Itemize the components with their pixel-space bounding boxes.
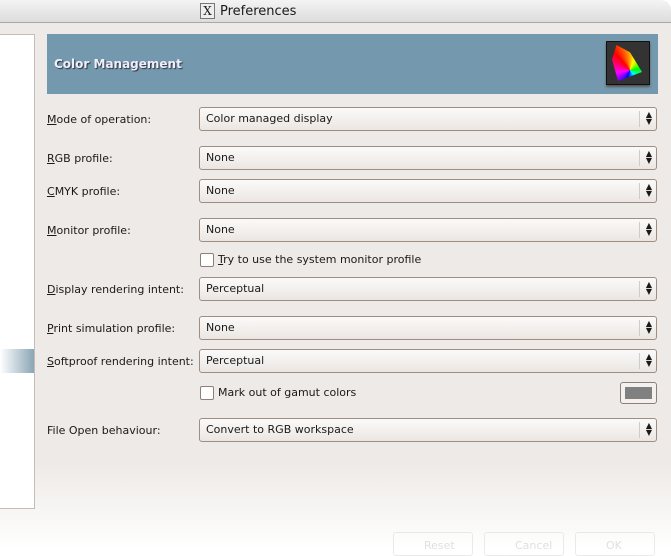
color-gamut-icon <box>606 41 650 85</box>
rgb-profile-combo[interactable]: None ▲ ▼ <box>199 146 657 170</box>
file-open-behaviour-label: File Open behaviour: <box>47 424 161 437</box>
print-simulation-profile-value: None <box>206 321 235 334</box>
combo-arrows-icon: ▲ ▼ <box>639 281 652 297</box>
mode-of-operation-combo[interactable]: Color managed display ▲ ▼ <box>199 107 657 131</box>
gamut-label: Mark out of gamut colors <box>218 386 357 399</box>
cmyk-profile-label: CMYK profile: <box>47 185 121 198</box>
combo-arrows-icon: ▲ ▼ <box>639 183 652 199</box>
combo-arrows-icon: ▲ ▼ <box>639 353 652 369</box>
monitor-profile-label: Monitor profile: <box>47 224 131 237</box>
rgb-profile-value: None <box>206 151 235 164</box>
display-rendering-intent-combo[interactable]: Perceptual ▲ ▼ <box>199 277 657 301</box>
display-rendering-intent-value: Perceptual <box>206 282 265 295</box>
gamut-color-button[interactable] <box>620 382 657 404</box>
mode-of-operation-label: Mode of operation: <box>47 113 152 126</box>
gamut-color-swatch <box>625 387 652 399</box>
section-banner: Color Management <box>47 34 658 94</box>
cmyk-profile-value: None <box>206 184 235 197</box>
reset-button[interactable]: Reset <box>393 532 473 556</box>
combo-arrows-icon: ▲ ▼ <box>639 111 652 127</box>
system-monitor-label: Try to use the system monitor profile <box>218 253 422 266</box>
print-simulation-profile-combo[interactable]: None ▲ ▼ <box>199 316 657 340</box>
ok-button[interactable]: OK <box>575 532 655 556</box>
softproof-rendering-intent-value: Perceptual <box>206 354 265 367</box>
monitor-profile-value: None <box>206 223 235 236</box>
file-open-behaviour-combo[interactable]: Convert to RGB workspace ▲ ▼ <box>199 418 657 442</box>
rgb-profile-label: RGB profile: <box>47 152 113 165</box>
system-monitor-checkbox[interactable] <box>200 253 214 267</box>
x-window-icon: X <box>200 3 215 19</box>
selected-category[interactable] <box>0 349 34 373</box>
combo-arrows-icon: ▲ ▼ <box>639 320 652 336</box>
file-open-behaviour-value: Convert to RGB workspace <box>206 423 354 436</box>
cmyk-profile-combo[interactable]: None ▲ ▼ <box>199 179 657 203</box>
category-list[interactable] <box>0 34 35 509</box>
gamut-checkbox[interactable] <box>200 386 214 400</box>
window-title: Preferences <box>220 3 297 19</box>
display-rendering-intent-label: Display rendering intent: <box>47 283 184 296</box>
softproof-rendering-intent-label: Softproof rendering intent: <box>47 355 194 368</box>
combo-arrows-icon: ▲ ▼ <box>639 150 652 166</box>
mode-of-operation-value: Color managed display <box>206 112 333 125</box>
cancel-button[interactable]: Cancel <box>484 532 564 556</box>
softproof-rendering-intent-combo[interactable]: Perceptual ▲ ▼ <box>199 349 657 373</box>
combo-arrows-icon: ▲ ▼ <box>639 422 652 438</box>
print-simulation-profile-label: Print simulation profile: <box>47 322 176 335</box>
section-title: Color Management <box>54 57 182 71</box>
monitor-profile-combo[interactable]: None ▲ ▼ <box>199 218 657 242</box>
title-bar: X Preferences <box>0 0 671 23</box>
combo-arrows-icon: ▲ ▼ <box>639 222 652 238</box>
